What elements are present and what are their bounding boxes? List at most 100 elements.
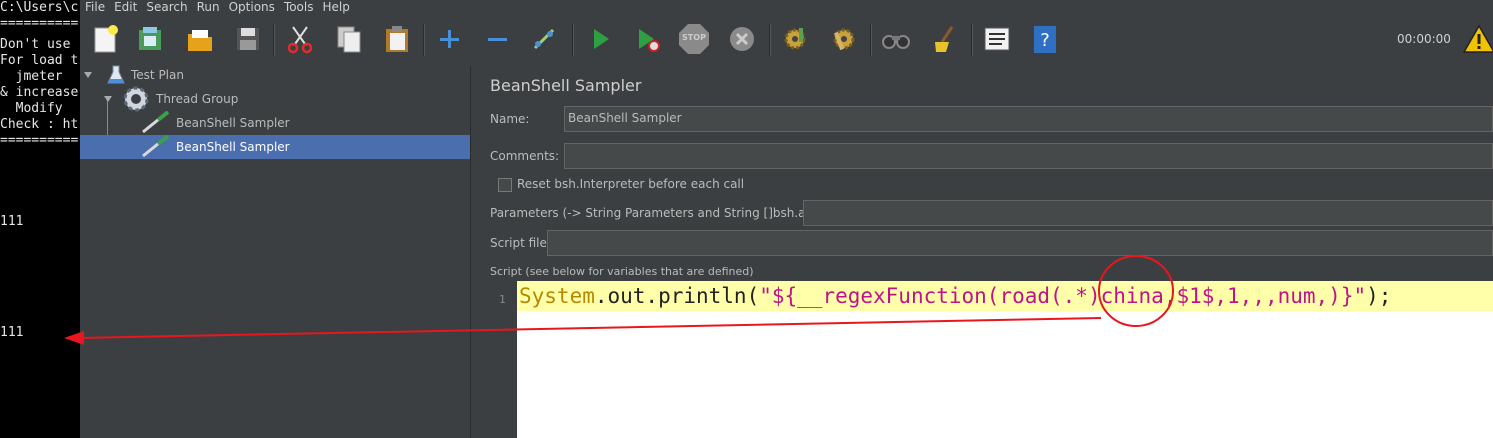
test-plan-tree: Test Plan Thread Group BeanShell Sampler…	[80, 63, 471, 438]
expand-all-button[interactable]	[432, 22, 466, 56]
svg-text:?: ?	[1040, 30, 1050, 51]
menu-bar: File Edit Search Run Options Tools Help	[80, 0, 1493, 14]
shutdown-icon	[730, 27, 754, 51]
menu-options[interactable]: Options	[229, 1, 275, 13]
tree-node-thread-group[interactable]: Thread Group	[104, 86, 464, 112]
reset-search-button[interactable]	[928, 22, 962, 56]
menu-file[interactable]: File	[85, 1, 105, 13]
reset-interpreter-label: Reset bsh.Interpreter before each call	[517, 177, 745, 191]
function-helper-icon	[984, 27, 1010, 51]
paste-icon	[386, 26, 408, 52]
copy-icon	[337, 26, 361, 53]
cut-button[interactable]	[283, 22, 317, 56]
parameters-field[interactable]	[803, 200, 1493, 226]
tree-node-label: Test Plan	[131, 68, 184, 82]
copy-button[interactable]	[332, 22, 366, 56]
parameters-label: Parameters (-> String Parameters and Str…	[490, 206, 829, 220]
console-line: Check : ht	[0, 117, 79, 132]
new-icon	[94, 25, 118, 53]
tree-node-label: BeanShell Sampler	[176, 116, 290, 130]
tree-node-beanshell-sampler-1[interactable]: BeanShell Sampler	[140, 111, 470, 135]
open-button[interactable]	[183, 22, 217, 56]
clear-icon	[784, 28, 806, 50]
tree-node-beanshell-sampler-2[interactable]: BeanShell Sampler	[80, 135, 470, 159]
console-line: Don't use	[0, 37, 79, 52]
search-button[interactable]	[879, 22, 913, 56]
console-line: ==========	[0, 16, 79, 31]
warning-icon	[1462, 24, 1493, 53]
flask-icon	[107, 65, 125, 84]
tree-node-label: Thread Group	[156, 92, 239, 106]
console-line: Modify	[0, 101, 71, 116]
expand-arrow-icon[interactable]	[104, 96, 112, 102]
clear-button[interactable]	[778, 22, 812, 56]
new-button[interactable]	[88, 22, 122, 56]
comments-label: Comments:	[490, 149, 560, 163]
function-helper-button[interactable]	[980, 22, 1014, 56]
collapse-all-button[interactable]	[480, 22, 514, 56]
clear-all-button[interactable]	[827, 22, 861, 56]
name-field[interactable]: BeanShell Sampler	[564, 106, 1493, 132]
expand-arrow-icon[interactable]	[84, 72, 92, 78]
toggle-button[interactable]	[527, 22, 561, 56]
script-code-line[interactable]: System.out.println("${__regexFunction(ro…	[519, 283, 1391, 309]
help-icon: ?	[1034, 26, 1056, 53]
save-button[interactable]	[231, 22, 265, 56]
reset-search-icon	[935, 26, 954, 52]
line-number-gutter: 1	[490, 281, 517, 438]
collapse-icon	[488, 38, 507, 41]
console-line: 111	[0, 325, 24, 340]
menu-run[interactable]: Run	[197, 1, 220, 13]
console-window: C:\Users\c ========== Don't use For load…	[0, 0, 80, 438]
elapsed-timer: 00:00:00	[1397, 32, 1451, 46]
start-button[interactable]	[583, 22, 617, 56]
script-file-label: Script file	[490, 236, 547, 250]
stop-label: STOP	[682, 33, 706, 42]
line-number: 1	[499, 293, 506, 306]
open-icon	[188, 30, 212, 51]
tree-node-test-plan[interactable]: Test Plan	[84, 63, 464, 87]
code-close: );	[1366, 284, 1392, 308]
toolbar: STOP ? 00:00:00	[80, 14, 1493, 66]
pipette-icon	[142, 111, 170, 134]
script-label: Script (see below for variables that are…	[490, 265, 754, 278]
code-call: .out.println(	[594, 284, 760, 308]
console-line: jmeter	[0, 69, 71, 84]
start-no-pause-icon	[639, 29, 660, 52]
name-label: Name:	[490, 112, 530, 126]
pipette-icon	[142, 135, 170, 158]
menu-help[interactable]: Help	[322, 1, 349, 13]
stop-button[interactable]: STOP	[677, 22, 711, 56]
menu-search[interactable]: Search	[146, 1, 187, 13]
console-line: ==========	[0, 133, 79, 148]
code-keyword: System	[519, 284, 595, 308]
warning-indicator[interactable]	[1462, 22, 1493, 56]
console-line: C:\Users\c	[0, 0, 79, 15]
help-button[interactable]: ?	[1028, 22, 1062, 56]
comments-field[interactable]	[564, 143, 1493, 169]
menu-edit[interactable]: Edit	[114, 1, 137, 13]
start-icon	[594, 29, 609, 49]
menu-tools[interactable]: Tools	[284, 1, 314, 13]
console-line: 111	[0, 214, 24, 229]
templates-icon	[139, 27, 161, 50]
shutdown-button[interactable]	[725, 22, 759, 56]
gear-icon	[123, 86, 149, 112]
script-file-field[interactable]	[547, 230, 1493, 256]
sampler-panel: BeanShell Sampler Name: BeanShell Sample…	[472, 66, 1493, 438]
search-icon	[882, 35, 910, 49]
toggle-icon	[533, 28, 555, 50]
save-icon	[237, 28, 259, 50]
clear-all-icon	[833, 28, 855, 51]
templates-button[interactable]	[133, 22, 167, 56]
console-line: For load t	[0, 53, 79, 68]
cut-icon	[287, 26, 313, 54]
start-no-pauses-button[interactable]	[630, 22, 664, 56]
reset-interpreter-checkbox[interactable]	[498, 178, 512, 192]
expand-icon	[440, 30, 459, 48]
tree-node-label: BeanShell Sampler	[176, 140, 290, 154]
panel-title: BeanShell Sampler	[490, 76, 642, 95]
console-line: & increase	[0, 85, 79, 100]
paste-button[interactable]	[380, 22, 414, 56]
code-string: "${__regexFunction(road(.*)china,$1$,1,,…	[759, 284, 1367, 308]
